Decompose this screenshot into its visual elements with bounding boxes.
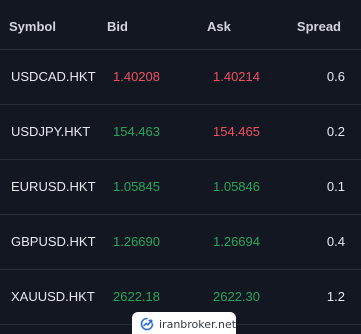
- symbol-cell: GBPUSD.HKT: [11, 234, 96, 249]
- symbol-cell: USDJPY.HKT: [11, 124, 91, 139]
- iranbroker-logo-icon: [140, 317, 154, 331]
- column-header-spread[interactable]: Spread: [297, 19, 341, 34]
- table-row[interactable]: EURUSD.HKT 1.05845 1.05846 0.1: [0, 160, 361, 215]
- ask-cell: 2622.30: [213, 289, 260, 304]
- ask-cell: 1.26694: [213, 234, 260, 249]
- spread-cell: 0.6: [326, 69, 345, 84]
- bid-cell: 154.463: [113, 124, 160, 139]
- table-row[interactable]: USDCAD.HKT 1.40208 1.40214 0.6: [0, 50, 361, 105]
- table-header: Symbol Bid Ask Spread: [0, 0, 361, 50]
- column-header-symbol[interactable]: Symbol: [9, 19, 56, 34]
- bid-cell: 1.26690: [113, 234, 160, 249]
- symbol-cell: EURUSD.HKT: [11, 179, 96, 194]
- quotes-table: Symbol Bid Ask Spread USDCAD.HKT 1.40208…: [0, 0, 361, 334]
- watermark-text: iranbroker.net: [159, 317, 237, 331]
- column-header-ask[interactable]: Ask: [207, 19, 231, 34]
- spread-cell: 1.2: [326, 289, 345, 304]
- column-header-bid[interactable]: Bid: [107, 19, 128, 34]
- bid-cell: 2622.18: [113, 289, 160, 304]
- symbol-cell: XAUUSD.HKT: [11, 289, 95, 304]
- table-row[interactable]: USDJPY.HKT 154.463 154.465 0.2: [0, 105, 361, 160]
- ask-cell: 154.465: [213, 124, 260, 139]
- table-row[interactable]: GBPUSD.HKT 1.26690 1.26694 0.4: [0, 215, 361, 270]
- ask-cell: 1.40214: [213, 69, 260, 84]
- spread-cell: 0.4: [326, 234, 345, 249]
- ask-cell: 1.05846: [213, 179, 260, 194]
- watermark-badge: iranbroker.net: [132, 312, 236, 334]
- spread-cell: 0.2: [326, 124, 345, 139]
- bid-cell: 1.40208: [113, 69, 160, 84]
- spread-cell: 0.1: [326, 179, 345, 194]
- symbol-cell: USDCAD.HKT: [11, 69, 96, 84]
- bid-cell: 1.05845: [113, 179, 160, 194]
